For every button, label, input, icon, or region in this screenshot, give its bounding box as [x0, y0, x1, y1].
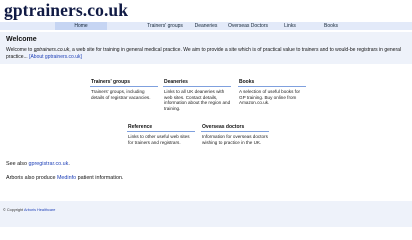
box-overseas-doctors: Overseas doctors Information for oversea… [201, 124, 269, 145]
copyright: © Copyright Arboris Healthcare [3, 208, 55, 212]
box-title[interactable]: Deaneries [163, 79, 231, 87]
gpregistrar-link[interactable]: gpregistrar.co.uk [28, 161, 68, 167]
box-body: Information for overseas doctors wishing… [202, 134, 268, 145]
box-books: Books A selection of useful books for GP… [238, 79, 306, 106]
box-body: Links to other useful web sites for trai… [128, 134, 190, 145]
about-link[interactable]: [About gptrainers.co.uk] [29, 54, 82, 60]
arboris-prefix: Arboris also produce [6, 175, 57, 181]
copyright-prefix: © Copyright [3, 208, 24, 212]
box-title[interactable]: Reference [127, 124, 195, 132]
box-title[interactable]: Overseas doctors [201, 124, 269, 132]
box-body: Trainers' groups, including details of r… [91, 89, 151, 100]
see-also-suffix: . [68, 161, 70, 167]
see-also-line: See also gpregistrar.co.uk. [6, 161, 70, 167]
site-logo[interactable]: gptrainers.co.uk [4, 0, 128, 20]
box-body: A selection of useful books for GP train… [239, 89, 301, 106]
arboris-suffix: patient information. [76, 175, 124, 181]
see-also-prefix: See also [6, 161, 29, 167]
box-trainers-groups: Trainers' groups Trainers' groups, inclu… [90, 79, 158, 100]
footer [0, 201, 412, 227]
nav-home[interactable]: Home [55, 22, 107, 30]
intro-text-1: Welcome to [6, 47, 34, 53]
box-title[interactable]: Trainers' groups [90, 79, 158, 87]
arboris-line: Arboris also produce Medinfo patient inf… [6, 175, 123, 181]
top-nav: Home Trainers' groups Deaneries Overseas… [0, 22, 412, 30]
welcome-text: Welcome to gptrainers.co.uk, a web site … [6, 47, 406, 61]
nav-books[interactable]: Books [305, 22, 357, 30]
arboris-link[interactable]: Arboris Healthcare [24, 208, 55, 212]
intro-site-name: gptrainers.co.uk [33, 47, 70, 53]
box-deaneries: Deaneries Links to all UK deaneries with… [163, 79, 231, 111]
welcome-heading: Welcome [6, 36, 37, 43]
medinfo-link[interactable]: Medinfo [57, 175, 76, 181]
box-reference: Reference Links to other useful web site… [127, 124, 195, 145]
box-body: Links to all UK deaneries with web sites… [164, 89, 231, 111]
box-title[interactable]: Books [238, 79, 306, 87]
